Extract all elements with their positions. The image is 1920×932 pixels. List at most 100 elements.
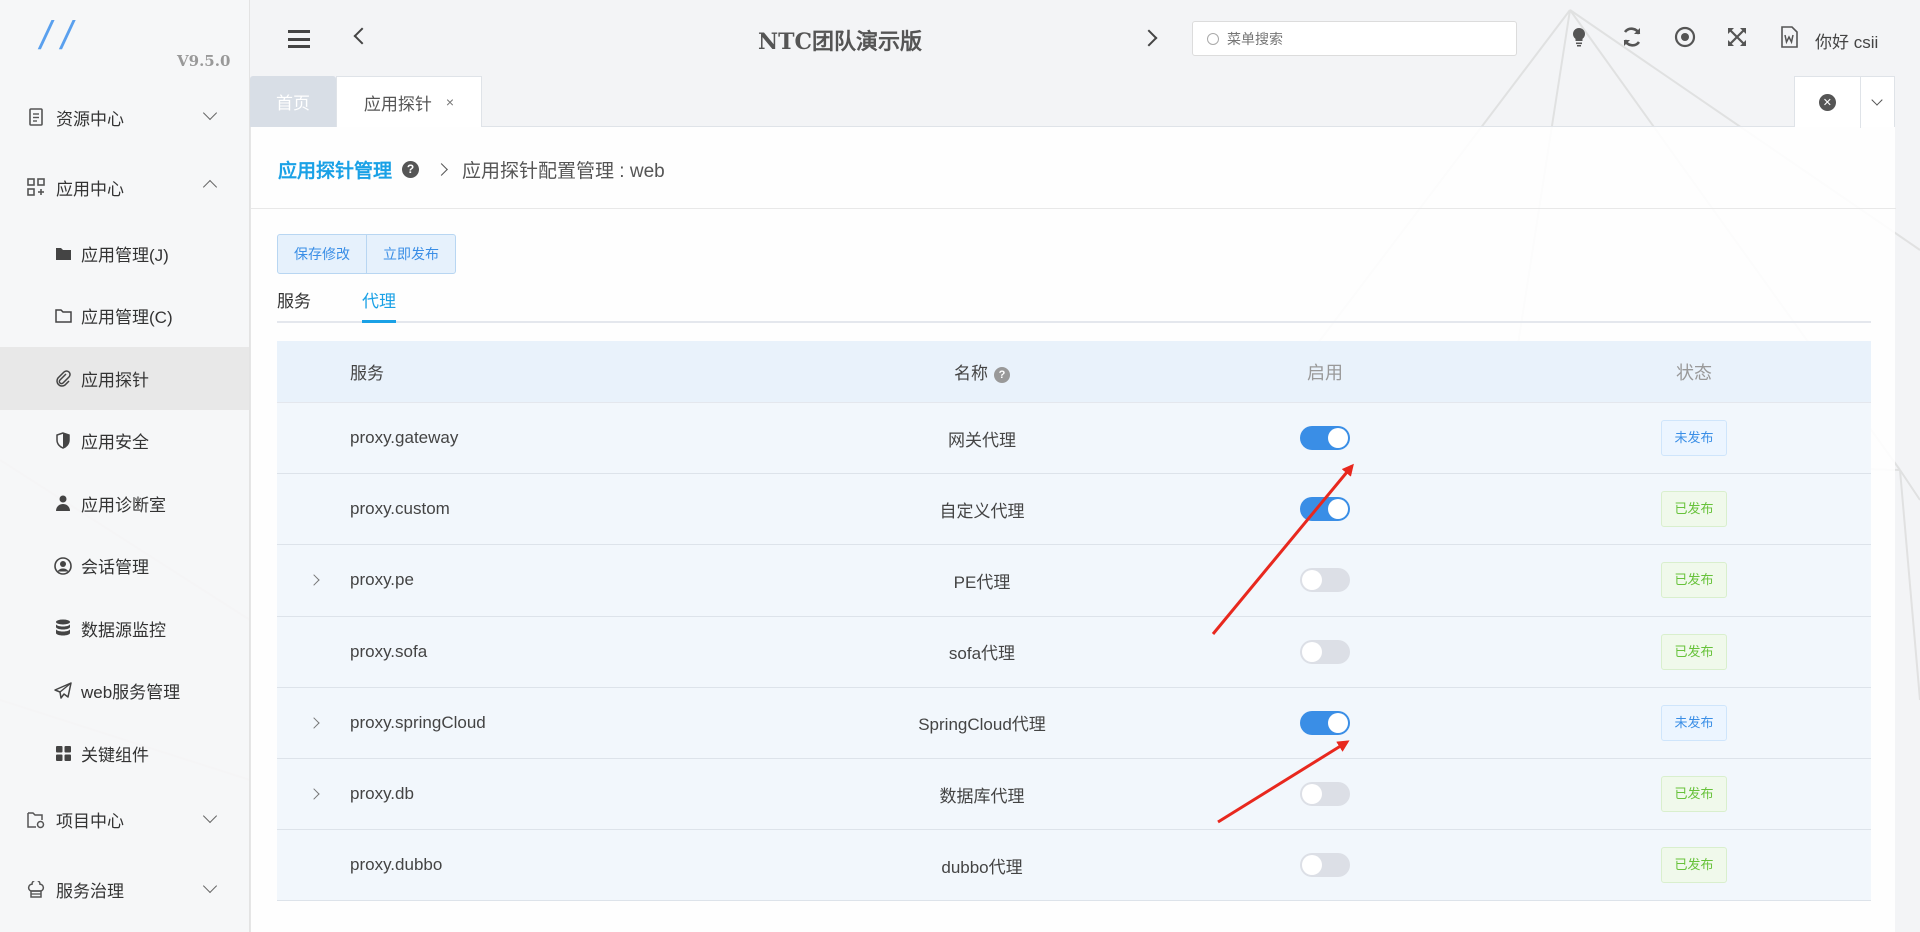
cell-service: proxy.pe bbox=[350, 570, 414, 590]
menu-search[interactable] bbox=[1192, 21, 1517, 56]
proxy-table: 服务 名称? 启用 状态 proxy.gateway 网关代理 未发布 proxy.c… bbox=[277, 341, 1871, 902]
user-circle-icon bbox=[54, 556, 72, 575]
status-badge: 未发布 bbox=[1661, 704, 1727, 741]
top-header: NTC团队演示版 你好 csii bbox=[250, 0, 1920, 76]
refresh-icon[interactable] bbox=[1620, 25, 1644, 49]
chevron-down-icon bbox=[202, 878, 218, 893]
nav-forward-icon[interactable] bbox=[1140, 29, 1158, 47]
project-icon bbox=[26, 810, 46, 830]
enable-toggle[interactable] bbox=[1300, 782, 1350, 807]
shield-icon bbox=[54, 432, 72, 450]
table-row: proxy.db 数据库代理 已发布 bbox=[277, 758, 1871, 831]
breadcrumb-current: 应用探针配置管理 : web bbox=[462, 160, 665, 182]
cell-name: dubbo代理 bbox=[941, 857, 1023, 877]
action-buttons: 保存修改 立即发布 bbox=[277, 234, 456, 274]
nav-back-icon[interactable] bbox=[353, 27, 371, 45]
sidebar-group-resource-center[interactable]: 资源中心 bbox=[0, 82, 249, 152]
help-icon[interactable]: ? bbox=[994, 367, 1010, 383]
bulb-icon[interactable] bbox=[1567, 25, 1591, 49]
sidebar-item-app-probe[interactable]: 应用探针 bbox=[0, 347, 249, 410]
tab-label: 应用探针 bbox=[363, 94, 432, 114]
close-icon[interactable]: × bbox=[446, 94, 454, 110]
cell-service: proxy.custom bbox=[350, 499, 450, 519]
chevron-down-icon bbox=[202, 105, 218, 121]
app-logo[interactable]: // V9.5.0 bbox=[0, 0, 249, 82]
enable-toggle[interactable] bbox=[1300, 497, 1350, 522]
cell-service: proxy.gateway bbox=[350, 428, 459, 448]
tab-proxy[interactable]: 代理 bbox=[362, 287, 396, 323]
fullscreen-icon[interactable] bbox=[1725, 25, 1749, 49]
sidebar-group-label: 项目中心 bbox=[56, 812, 124, 831]
sidebar-item-app-diagnosis[interactable]: 应用诊断室 bbox=[0, 472, 249, 535]
menu-toggle-icon[interactable] bbox=[288, 30, 310, 48]
enable-toggle[interactable] bbox=[1300, 426, 1350, 451]
sidebar-item-label: 应用管理(C) bbox=[81, 308, 173, 328]
app-title: NTC团队演示版 bbox=[758, 29, 922, 55]
enable-toggle[interactable] bbox=[1300, 710, 1350, 735]
sidebar-item-session-management[interactable]: 会话管理 bbox=[0, 535, 249, 598]
folder-filled-icon bbox=[54, 244, 72, 262]
cell-name: 数据库代理 bbox=[939, 786, 1025, 806]
logo-mark: // bbox=[40, 14, 83, 58]
sidebar-item-app-management-c[interactable]: 应用管理(C) bbox=[0, 285, 249, 348]
status-badge: 已发布 bbox=[1661, 633, 1727, 670]
config-tabs: 服务 代理 bbox=[277, 287, 1871, 323]
col-name: 名称? bbox=[831, 359, 1133, 384]
table-row: proxy.dubbo dubbo代理 已发布 bbox=[277, 830, 1871, 902]
cell-service: proxy.db bbox=[350, 784, 414, 804]
publish-now-button[interactable]: 立即发布 bbox=[366, 235, 455, 273]
expand-row-icon[interactable] bbox=[277, 717, 350, 729]
sidebar-item-app-security[interactable]: 应用安全 bbox=[0, 410, 249, 473]
table-row: proxy.gateway 网关代理 未发布 bbox=[277, 403, 1871, 475]
tab-service[interactable]: 服务 bbox=[277, 287, 311, 323]
sidebar-item-label: 应用管理(J) bbox=[81, 245, 169, 265]
table-header: 服务 名称? 启用 状态 bbox=[277, 341, 1871, 403]
sidebar-group-label: 资源中心 bbox=[56, 109, 124, 129]
sidebar-item-key-components[interactable]: 关键组件 bbox=[0, 722, 249, 785]
expand-row-icon[interactable] bbox=[277, 574, 350, 587]
app-version: V9.5.0 bbox=[177, 52, 231, 70]
cell-service: proxy.sofa bbox=[350, 641, 428, 661]
sidebar-item-datasource-monitor[interactable]: 数据源监控 bbox=[0, 597, 249, 660]
sidebar-group-project-center[interactable]: 项目中心 bbox=[0, 785, 249, 855]
expand-row-icon[interactable] bbox=[277, 788, 350, 800]
save-changes-button[interactable]: 保存修改 bbox=[278, 235, 366, 273]
sidebar-item-label: 应用诊断室 bbox=[81, 495, 166, 515]
close-all-tabs-button[interactable]: ✕ bbox=[1795, 93, 1860, 111]
sidebar-item-app-management-j[interactable]: 应用管理(J) bbox=[0, 222, 249, 285]
table-body: proxy.gateway 网关代理 未发布 proxy.custom 自定义代理 已发布… bbox=[277, 403, 1871, 902]
help-icon[interactable]: ? bbox=[402, 160, 420, 178]
menu-search-input[interactable] bbox=[1227, 30, 1507, 47]
sidebar-group-label: 服务治理 bbox=[56, 882, 124, 901]
cell-name: sofa代理 bbox=[948, 644, 1016, 664]
enable-toggle[interactable] bbox=[1300, 568, 1350, 593]
chevron-down-icon bbox=[202, 808, 218, 823]
enable-toggle[interactable] bbox=[1300, 853, 1350, 878]
sidebar: // V9.5.0 资源中心 应用中心 应用管理(J) 应用管理(C) 应用探针 bbox=[0, 0, 250, 932]
target-icon[interactable] bbox=[1673, 25, 1697, 49]
page-tabs: 首页 应用探针 × ✕ bbox=[250, 76, 1895, 128]
components-icon bbox=[54, 744, 72, 762]
enable-toggle[interactable] bbox=[1300, 639, 1350, 664]
user-greeting[interactable]: 你好 csii bbox=[1815, 28, 1878, 53]
tab-dropdown-button[interactable] bbox=[1859, 76, 1894, 128]
cell-service: proxy.springCloud bbox=[350, 712, 486, 732]
database-icon bbox=[54, 619, 72, 637]
main-content: 应用探针管理 ? 应用探针配置管理 : web 保存修改 立即发布 服务 代理 … bbox=[250, 127, 1896, 932]
col-enabled: 启用 bbox=[1307, 362, 1343, 383]
cell-name: SpringCloud代理 bbox=[918, 715, 1046, 735]
breadcrumb: 应用探针管理 ? 应用探针配置管理 : web bbox=[278, 154, 665, 184]
sidebar-group-app-center[interactable]: 应用中心 bbox=[0, 152, 249, 222]
sidebar-group-service-governance[interactable]: 服务治理 bbox=[0, 855, 249, 925]
col-service: 服务 bbox=[350, 364, 384, 383]
tab-tools: ✕ bbox=[1794, 76, 1895, 128]
tab-app-probe[interactable]: 应用探针 × bbox=[336, 76, 482, 127]
word-doc-icon[interactable] bbox=[1777, 25, 1801, 49]
breadcrumb-root[interactable]: 应用探针管理 bbox=[278, 156, 392, 183]
sidebar-item-label: 关键组件 bbox=[81, 745, 149, 765]
tab-home[interactable]: 首页 bbox=[250, 76, 336, 127]
sidebar-item-web-service[interactable]: web服务管理 bbox=[0, 660, 249, 723]
cell-service: proxy.dubbo bbox=[350, 855, 443, 875]
paper-plane-icon bbox=[54, 682, 72, 700]
close-circle-icon: ✕ bbox=[1818, 93, 1836, 111]
